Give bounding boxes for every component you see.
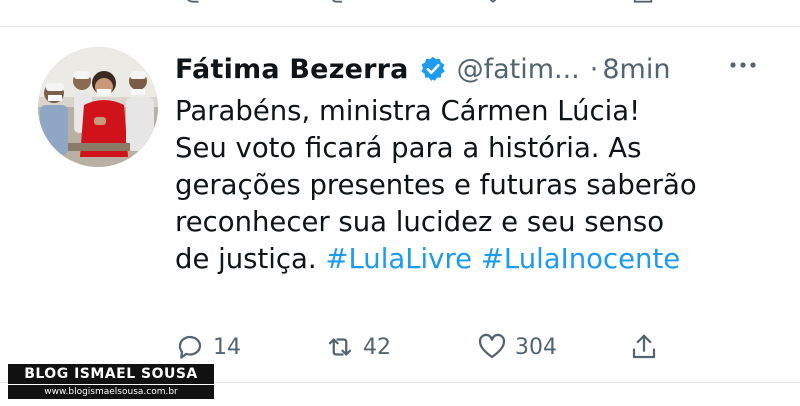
tweet-text-line: de justiça. <box>175 243 317 275</box>
reply-icon <box>178 335 202 359</box>
tweet-text-line: gerações presentes e futuras saberão <box>175 169 697 201</box>
reply-count: 14 <box>213 334 241 360</box>
more-options-icon[interactable] <box>726 55 760 75</box>
author-name[interactable]: Fátima Bezerra <box>175 54 409 85</box>
share-icon[interactable] <box>632 0 654 6</box>
retweet-icon <box>328 338 352 356</box>
retweet-icon[interactable] <box>330 0 352 6</box>
heart-icon <box>478 333 506 359</box>
reply-icon[interactable] <box>182 0 204 6</box>
like-icon[interactable] <box>482 0 504 6</box>
tweet-text-line: reconhecer sua lucidez e seu senso <box>175 206 665 238</box>
tweet-timestamp[interactable]: 8min <box>602 54 670 85</box>
retweet-count: 42 <box>363 334 391 360</box>
like-count: 304 <box>515 334 557 360</box>
avatar-photo <box>38 47 158 167</box>
hashtag-lulainocente[interactable]: #LulaInocente <box>481 243 680 275</box>
share-button[interactable] <box>629 327 667 367</box>
retweet-button[interactable]: 42 <box>325 327 391 367</box>
tweet-actions: 14 42 304 <box>175 327 675 367</box>
avatar[interactable] <box>38 47 158 167</box>
tweet-text: Parabéns, ministra Cármen Lúcia! Seu vot… <box>175 93 775 278</box>
share-icon <box>632 334 656 359</box>
previous-tweet-actions <box>0 0 800 27</box>
tweet-text-line: Parabéns, ministra Cármen Lúcia! <box>175 95 641 127</box>
author-handle[interactable]: @fatim... <box>457 54 580 85</box>
tweet-text-line: Seu voto ficará para a história. As <box>175 132 642 164</box>
tweet-text-last-line: de justiça. #LulaLivre #LulaInocente <box>175 241 775 278</box>
like-button[interactable]: 304 <box>477 327 557 367</box>
hashtag-lulalivre[interactable]: #LulaLivre <box>325 243 472 275</box>
reply-button[interactable]: 14 <box>175 327 241 367</box>
tweet[interactable]: Fátima Bezerra @fatim... · 8min Parabéns… <box>0 27 800 379</box>
watermark-url: www.blogismaelsousa.com.br <box>8 385 214 399</box>
tweet-header: Fátima Bezerra @fatim... · 8min <box>175 49 670 89</box>
blog-watermark: BLOG ISMAEL SOUSA www.blogismaelsousa.co… <box>8 364 214 400</box>
verified-badge-icon <box>420 56 445 81</box>
watermark-title: BLOG ISMAEL SOUSA <box>8 364 214 384</box>
separator-dot: · <box>589 53 599 85</box>
